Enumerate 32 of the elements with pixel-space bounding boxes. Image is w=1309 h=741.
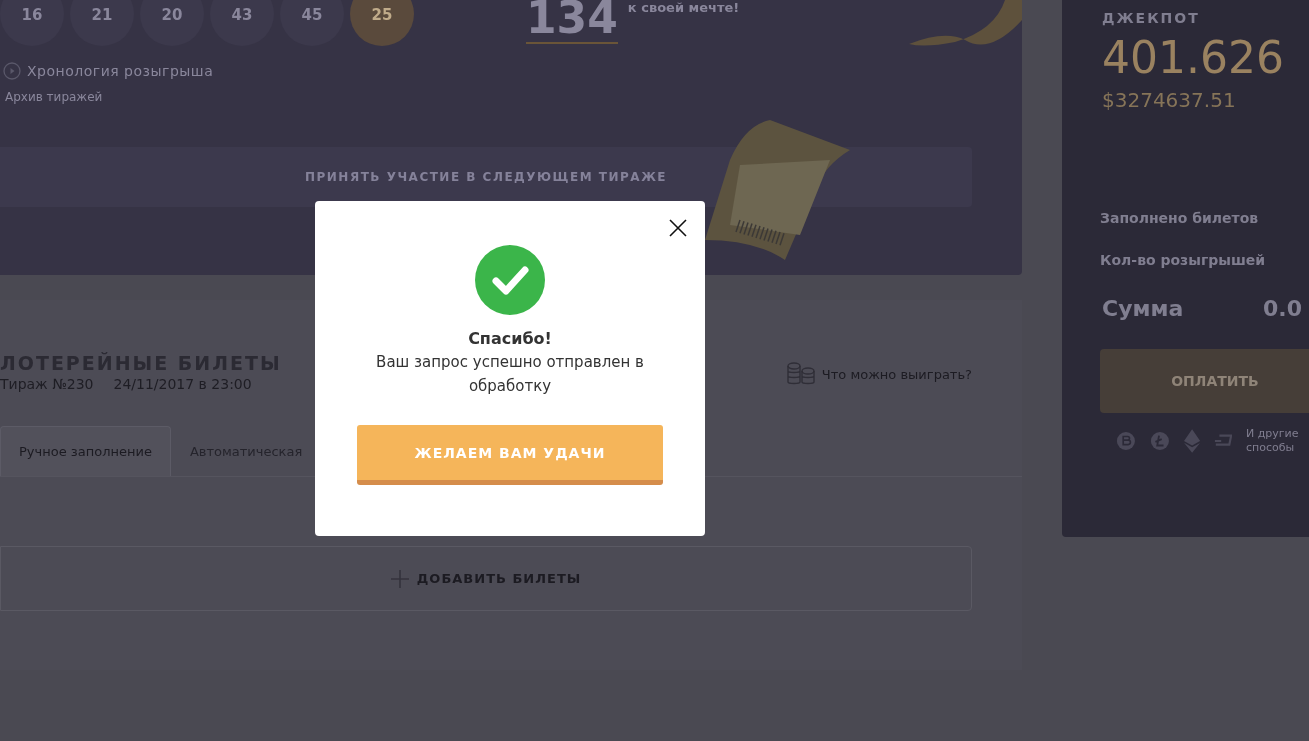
jackpot-usd: $3274637.51 [1102,88,1237,112]
jackpot-label: ДЖЕКПОТ [1102,10,1201,26]
number-ball: 25 [350,0,414,46]
coins-icon [785,362,816,386]
number-ball: 20 [140,0,204,46]
pay-button[interactable]: ОПЛАТИТЬ [1100,349,1309,413]
counter-number: 134 [526,0,618,44]
dialog-title: Спасибо! [468,329,552,348]
number-ball: 45 [280,0,344,46]
plus-icon [390,569,409,588]
litecoin-icon [1149,430,1170,452]
summary-label: Кол-во розыгрышей [1100,252,1267,268]
archive-link[interactable]: Архив тиражей [5,90,103,104]
close-icon[interactable] [669,219,687,237]
dash-icon [1213,434,1232,448]
sum-label: Сумма [1102,296,1184,321]
number-ball: 43 [210,0,274,46]
good-luck-button[interactable]: ЖЕЛАЕМ ВАМ УДАЧИ [357,425,663,485]
number-ball: 21 [70,0,134,46]
jackpot-amount: 401.626 [1102,31,1285,85]
success-check-icon [475,245,545,315]
ethereum-icon [1183,428,1200,454]
tab[interactable]: Ручное заполнение [0,426,171,476]
other-methods-text: И другие способы [1245,427,1300,455]
play-icon [3,62,21,80]
chronology-link[interactable]: Хронология розыгрыша [27,63,214,79]
dialog-message: Ваш запрос успешно отправлен в обработку [375,352,645,397]
counter-caption: к своей мечте! [627,0,740,15]
summary-label: Заполнено билетов [1100,210,1260,226]
number-ball: 16 [0,0,64,46]
sum-value: 0.0 [1263,296,1302,321]
bitcoin-icon [1116,430,1136,452]
